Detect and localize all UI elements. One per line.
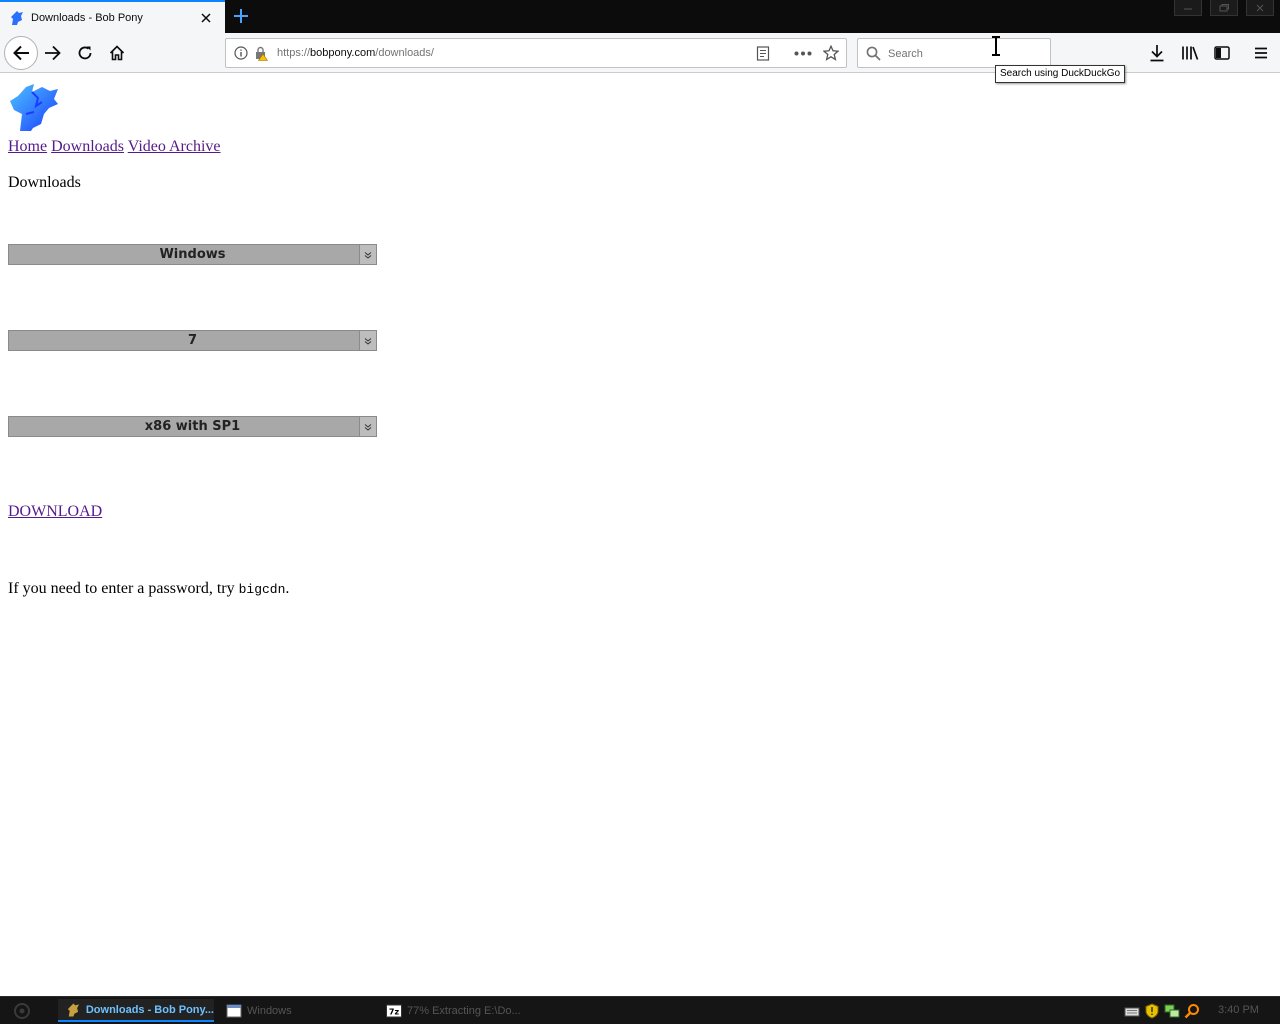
url-host: bobpony.com <box>310 47 376 59</box>
edition-select[interactable]: x86 with SP1 <box>8 416 377 437</box>
taskbar-clock[interactable]: 3:40 PM <box>1218 1004 1259 1016</box>
search-tooltip: Search using DuckDuckGo <box>995 65 1126 83</box>
taskbar-item-label: 77% Extracting E:\Do... <box>407 1004 521 1017</box>
close-window-button[interactable] <box>1246 0 1274 16</box>
chevron-down-icon[interactable] <box>359 245 376 264</box>
page-heading: Downloads <box>8 174 81 191</box>
taskbar-item-browser[interactable]: Downloads - Bob Pony... <box>58 999 214 1022</box>
home-icon <box>109 45 125 61</box>
network-icon[interactable] <box>1164 1003 1180 1019</box>
start-button[interactable] <box>0 997 44 1024</box>
taskbar-item-label: Downloads - Bob Pony... <box>85 1003 214 1016</box>
insecure-lock-icon[interactable] <box>254 46 268 61</box>
reload-icon <box>78 46 92 60</box>
address-bar[interactable]: https://bobpony.com/downloads/ <box>225 38 847 68</box>
forward-button[interactable] <box>38 37 68 69</box>
bookmark-star-icon[interactable] <box>823 45 839 61</box>
version-select[interactable]: 7 <box>8 330 377 351</box>
back-arrow-icon <box>13 45 29 61</box>
nav-link-video-archive[interactable]: Video Archive <box>128 138 221 155</box>
system-tray <box>1124 1001 1200 1021</box>
pony-favicon-icon <box>11 10 23 25</box>
page-content: Home Downloads Video Archive Downloads W… <box>0 74 1280 996</box>
os-select-value: Windows <box>159 247 226 262</box>
password-code: bigcdn <box>238 582 286 597</box>
downloads-arrow-icon <box>1150 45 1164 62</box>
tab-title: Downloads - Bob Pony <box>31 11 143 24</box>
reload-button[interactable] <box>70 37 100 69</box>
forward-arrow-icon <box>45 45 61 61</box>
hamburger-menu-icon <box>1255 47 1267 59</box>
restore-window-button[interactable] <box>1210 0 1238 16</box>
library-icon <box>1182 46 1199 60</box>
nav-link-home[interactable]: Home <box>8 138 47 155</box>
os-select[interactable]: Windows <box>8 244 377 265</box>
chevron-down-icon[interactable] <box>359 331 376 350</box>
password-note-end: . <box>285 580 290 597</box>
pony-logo-icon[interactable] <box>8 84 60 132</box>
version-select-value: 7 <box>187 333 198 348</box>
window-icon <box>226 1004 242 1017</box>
taskbar-item-label: Windows <box>247 1004 292 1017</box>
seven-zip-icon: 7z <box>386 1004 402 1017</box>
tab-strip: Downloads - Bob Pony <box>0 0 1280 33</box>
svg-text:7z: 7z <box>389 1007 400 1016</box>
new-tab-button[interactable] <box>230 5 252 27</box>
taskbar: Downloads - Bob Pony... Windows 7z 77% E… <box>0 996 1280 1024</box>
url-path: /downloads/ <box>375 47 434 59</box>
start-orb-icon <box>14 1002 30 1019</box>
keyboard-icon[interactable] <box>1124 1003 1140 1019</box>
download-link[interactable]: DOWNLOAD <box>8 503 102 521</box>
chevron-down-icon[interactable] <box>359 417 376 436</box>
url-scheme: https:// <box>277 47 311 59</box>
magnifier-icon[interactable] <box>1184 1003 1200 1019</box>
sidebar-button[interactable] <box>1207 37 1237 69</box>
downloads-button[interactable] <box>1142 37 1172 69</box>
pony-favicon-icon <box>67 1002 80 1017</box>
taskbar-item-7zip[interactable]: 7z 77% Extracting E:\Do... <box>386 999 556 1022</box>
taskbar-item-explorer[interactable]: Windows <box>226 999 366 1022</box>
close-tab-icon[interactable] <box>198 10 214 26</box>
open-menu-button[interactable] <box>1246 37 1276 69</box>
search-input[interactable] <box>888 46 1038 62</box>
library-button[interactable] <box>1175 37 1205 69</box>
plus-icon <box>234 9 248 23</box>
back-button[interactable] <box>4 36 38 70</box>
password-note: If you need to enter a password, try big… <box>8 580 289 598</box>
password-note-text: If you need to enter a password, try <box>8 580 239 597</box>
security-shield-icon[interactable] <box>1144 1003 1160 1019</box>
search-bar[interactable] <box>857 38 1051 68</box>
minimize-window-button[interactable] <box>1174 0 1202 16</box>
search-icon <box>866 46 881 61</box>
home-button[interactable] <box>102 37 132 69</box>
tab-downloads-bob-pony[interactable]: Downloads - Bob Pony <box>0 0 225 33</box>
info-icon[interactable] <box>234 46 248 60</box>
url-text[interactable]: https://bobpony.com/downloads/ <box>277 47 434 59</box>
nav-link-downloads[interactable]: Downloads <box>51 138 124 155</box>
more-actions-icon[interactable] <box>794 51 812 56</box>
reader-view-icon[interactable] <box>756 46 770 61</box>
site-nav: Home Downloads Video Archive <box>8 138 221 156</box>
edition-select-value: x86 with SP1 <box>144 419 241 434</box>
sidebar-icon <box>1214 46 1230 60</box>
text-cursor-icon <box>992 36 1000 56</box>
